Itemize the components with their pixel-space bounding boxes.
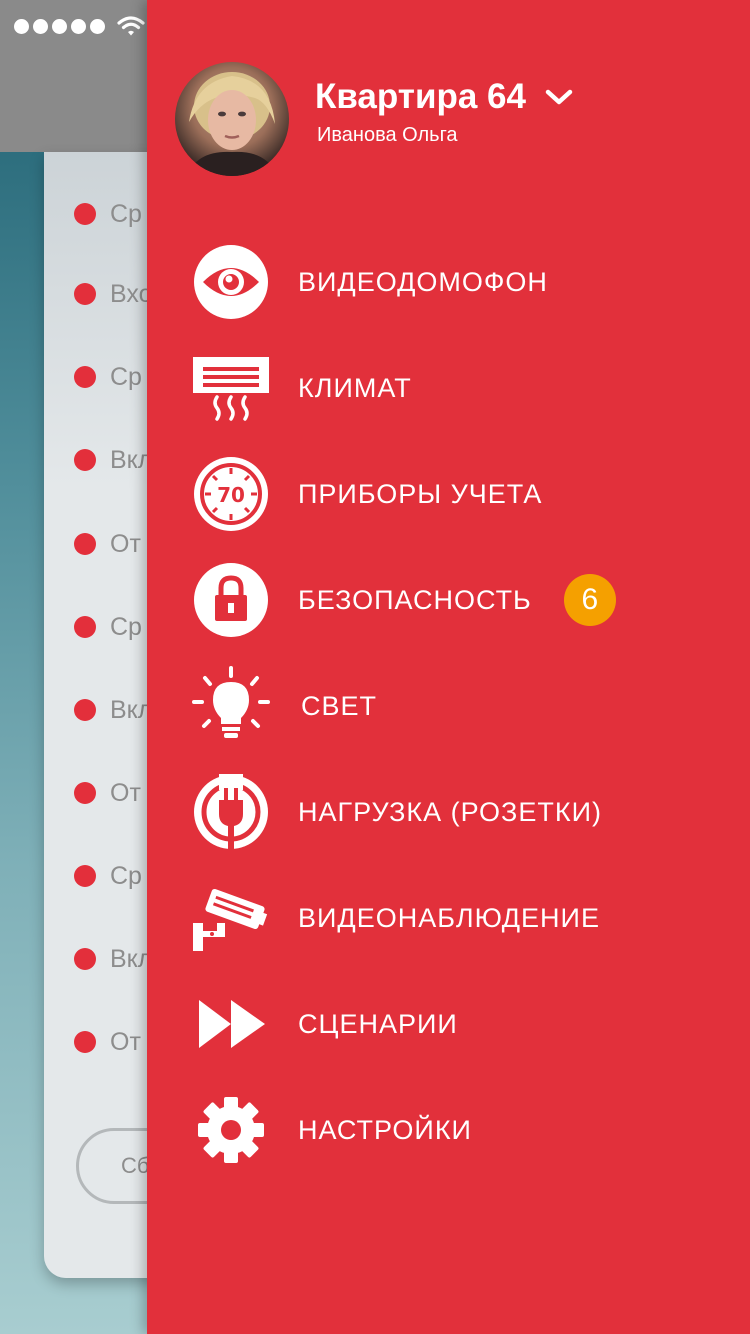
event-item[interactable]: От	[74, 524, 141, 564]
gear-icon	[191, 1090, 271, 1170]
menu-item-video-surveillance[interactable]: ВИДЕОНАБЛЮДЕНИЕ	[191, 876, 731, 960]
menu-item-label: НАГРУЗКА (РОЗЕТКИ)	[298, 796, 602, 827]
menu-item-label: БЕЗОПАСНОСТЬ	[298, 584, 532, 615]
menu-item-settings[interactable]: НАСТРОЙКИ	[191, 1088, 731, 1172]
menu-item-label: СЦЕНАРИИ	[298, 1008, 458, 1039]
fast-forward-icon	[191, 984, 271, 1064]
menu-item-meters[interactable]: 70 ПРИБОРЫ УЧЕТА	[191, 452, 731, 536]
event-text: От	[110, 529, 141, 558]
event-item[interactable]: От	[74, 1022, 141, 1062]
status-bar	[14, 12, 145, 40]
event-status-dot	[74, 449, 96, 471]
signal-dot-icon	[52, 18, 67, 34]
air-conditioner-icon	[191, 348, 271, 428]
eye-icon	[191, 242, 271, 322]
menu-item-label: СВЕТ	[301, 690, 378, 721]
signal-dot-icon	[33, 18, 48, 34]
avatar-portrait-icon	[187, 72, 277, 176]
meter-gauge-icon: 70	[191, 454, 271, 534]
event-status-dot	[74, 533, 96, 555]
menu-item-security[interactable]: БЕЗОПАСНОСТЬ 6	[191, 558, 731, 642]
event-text: Ср	[110, 612, 142, 641]
event-item[interactable]: Вкл	[74, 939, 152, 979]
event-text: Ср	[110, 199, 142, 228]
event-status-dot	[74, 865, 96, 887]
notification-badge: 6	[563, 574, 616, 626]
event-item[interactable]: Вкл	[74, 440, 152, 480]
signal-dot-icon	[90, 18, 105, 34]
event-status-dot	[74, 366, 96, 388]
signal-dot-icon	[14, 18, 29, 34]
menu-item-label: ВИДЕОНАБЛЮДЕНИЕ	[298, 902, 600, 933]
menu-item-label: ПРИБОРЫ УЧЕТА	[298, 478, 543, 509]
event-text: От	[110, 1027, 141, 1056]
event-text: Ср	[110, 861, 142, 890]
menu-item-power-outlets[interactable]: НАГРУЗКА (РОЗЕТКИ)	[191, 770, 731, 854]
event-status-dot	[74, 283, 96, 305]
apartment-selector[interactable]: Квартира 64	[315, 74, 574, 120]
signal-dot-icon	[71, 18, 86, 34]
menu-item-light[interactable]: СВЕТ	[191, 664, 731, 748]
plug-icon	[191, 772, 271, 852]
user-name: Иванова Ольга	[317, 124, 458, 146]
light-bulb-icon	[191, 666, 271, 746]
lock-icon	[191, 560, 271, 640]
event-text: Ср	[110, 362, 142, 391]
event-item[interactable]: От	[74, 773, 141, 813]
apartment-title: Квартира 64	[315, 77, 526, 116]
menu-item-climate[interactable]: КЛИМАТ	[191, 346, 731, 430]
wifi-icon	[117, 16, 145, 36]
event-item[interactable]: Ср	[74, 194, 142, 234]
chevron-down-icon	[545, 89, 573, 105]
menu-item-label: ВИДЕОДОМОФОН	[298, 266, 548, 297]
event-text: От	[110, 778, 141, 807]
event-item[interactable]: Ср	[74, 856, 142, 896]
event-item[interactable]: Вкл	[74, 690, 152, 730]
svg-text:70: 70	[217, 483, 245, 507]
event-status-dot	[74, 203, 96, 225]
event-status-dot	[74, 699, 96, 721]
event-status-dot	[74, 616, 96, 638]
navigation-drawer: Квартира 64 Иванова Ольга ВИДЕОДОМОФОН К…	[147, 0, 750, 1334]
menu-item-scenarios[interactable]: СЦЕНАРИИ	[191, 982, 731, 1066]
event-item[interactable]: Ср	[74, 357, 142, 397]
event-status-dot	[74, 948, 96, 970]
menu-item-label: НАСТРОЙКИ	[298, 1114, 472, 1145]
event-status-dot	[74, 1031, 96, 1053]
security-camera-icon	[191, 878, 271, 958]
event-item[interactable]: Ср	[74, 607, 142, 647]
event-status-dot	[74, 782, 96, 804]
menu-item-intercom[interactable]: ВИДЕОДОМОФОН	[191, 240, 731, 324]
event-item[interactable]: Вхо	[74, 274, 153, 314]
menu-item-label: КЛИМАТ	[298, 372, 412, 403]
user-avatar[interactable]	[175, 62, 289, 176]
